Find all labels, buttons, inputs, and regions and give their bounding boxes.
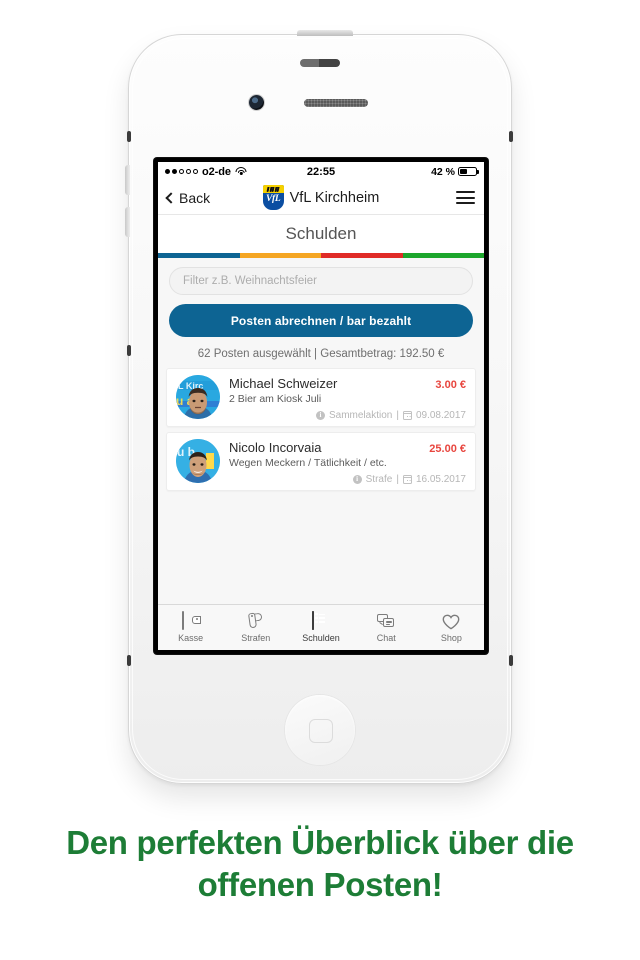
bottom-tab-bar: Kasse Strafen Schulden Chat Shop [158,604,484,650]
chevron-left-icon [165,191,177,204]
entry-type-label: Strafe [365,474,393,485]
screen-bezel: o2-de 22:55 42 % Back VfL VfL Kirchheim … [154,158,488,654]
app-title: VfL Kirchheim [289,189,380,206]
player-name: Michael Schweizer [229,376,338,391]
amount-label: 3.00 € [435,379,466,391]
row-meta: i Strafe | 16.05.2017 [229,474,466,485]
tab-label: Strafen [241,633,271,643]
row-header: Michael Schweizer 3.00 € [229,376,466,391]
tab-label: Schulden [302,633,340,643]
heart-icon [442,614,460,630]
content-area: Posten abrechnen / bar bezahlt 62 Posten… [158,258,484,604]
filter-row [158,258,484,295]
settle-items-button[interactable]: Posten abrechnen / bar bezahlt [169,304,473,337]
battery-icon [458,166,479,177]
status-bar: o2-de 22:55 42 % [158,162,484,181]
wallet-icon [181,611,200,630]
calendar-icon [402,475,412,484]
list-icon [312,611,330,630]
meta-separator: | [396,410,399,421]
entry-date-label: 09.08.2017 [415,410,466,421]
antenna-line-left-3 [127,655,131,666]
tab-strafen[interactable]: Strafen [223,612,288,643]
selection-summary: 62 Posten ausgewählt | Gesamtbetrag: 192… [197,348,445,360]
table-row[interactable]: u b Nicolo Incorvaia 25.00 € Wegen Mecke… [166,432,476,491]
row-meta: i Sammelaktion | 09.08.2017 [229,410,466,421]
battery-percent-label: 42 % [431,165,455,178]
entry-type-label: Sammelaktion [328,410,393,421]
volume-down-button[interactable] [125,207,130,237]
entry-date-label: 16.05.2017 [415,474,466,485]
vfl-kirchheim-logo: VfL [262,185,284,210]
volume-up-button[interactable] [125,165,130,195]
front-camera-icon [249,95,264,110]
phone-device: o2-de 22:55 42 % Back VfL VfL Kirchheim … [125,30,513,784]
table-row[interactable]: L Kirc u al Michael Schweizer 3.00 € 2 B… [166,368,476,427]
debt-list: L Kirc u al Michael Schweizer 3.00 € 2 B… [158,368,484,491]
logo-text: VfL [265,194,281,204]
back-button-label: Back [179,189,211,206]
caption-line-2: offenen Posten! [197,866,443,904]
row-body: Nicolo Incorvaia 25.00 € Wegen Meckern /… [229,439,466,485]
avatar: L Kirc u al [176,375,220,419]
antenna-line-right [509,131,513,142]
back-button[interactable]: Back [165,189,211,206]
page-title: Schulden [158,215,484,253]
tab-shop[interactable]: Shop [419,612,484,643]
player-name: Nicolo Incorvaia [229,440,322,455]
info-icon: i [352,475,362,484]
row-body: Michael Schweizer 3.00 € 2 Bier am Kiosk… [229,375,466,421]
navigation-bar: Back VfL VfL Kirchheim [158,181,484,215]
row-header: Nicolo Incorvaia 25.00 € [229,440,466,455]
filter-input[interactable] [169,267,473,295]
power-button[interactable] [297,30,353,36]
caption-line-1: Den perfekten Überblick über die [66,824,574,861]
hamburger-menu-icon[interactable] [456,191,475,204]
top-speaker [300,59,340,67]
cta-row: Posten abrechnen / bar bezahlt [158,295,484,337]
earpiece-grill [304,99,368,107]
tab-kasse[interactable]: Kasse [158,611,223,643]
calendar-icon [402,411,412,420]
tab-schulden[interactable]: Schulden [288,611,353,643]
app-screen: o2-de 22:55 42 % Back VfL VfL Kirchheim … [158,162,484,650]
tab-chat[interactable]: Chat [354,612,419,643]
screenshot-stage: o2-de 22:55 42 % Back VfL VfL Kirchheim … [0,0,640,960]
home-button[interactable] [285,695,355,765]
marketing-caption: Den perfekten Überblick über die offenen… [0,822,640,906]
tab-label: Kasse [178,633,204,643]
antenna-line-left [127,131,131,142]
avatar: u b [176,439,220,483]
antenna-line-left-2 [127,345,131,356]
reason-label: Wegen Meckern / Tätlichkeit / etc. [229,457,387,469]
meta-separator: | [396,474,399,485]
antenna-line-right-2 [509,655,513,666]
chat-bubbles-icon [377,612,395,630]
amount-label: 25.00 € [429,443,466,455]
status-right: 42 % [428,165,479,178]
tab-label: Chat [376,633,396,643]
tab-label: Shop [440,632,462,643]
whistle-icon [247,612,265,630]
info-icon: i [315,411,325,420]
reason-label: 2 Bier am Kiosk Juli [229,393,322,405]
